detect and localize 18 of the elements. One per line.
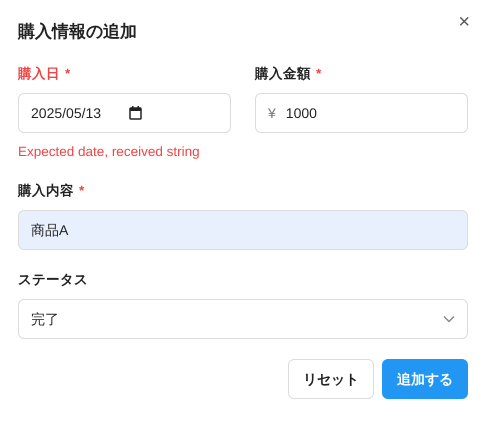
required-mark: * [65,65,70,83]
field-label: 購入金額 [255,65,311,83]
field-label: 購入日 [18,65,60,83]
required-mark: * [79,182,84,200]
required-mark: * [316,65,322,83]
reset-button[interactable]: リセット [288,359,374,399]
close-button[interactable]: × [454,10,474,34]
field-label: ステータス [18,271,88,289]
dialog-title: 購入情報の追加 [18,21,137,43]
amount-field[interactable]: ¥ 1000 [255,93,468,133]
field-label: 購入内容 [18,182,74,200]
date-field[interactable]: 2025/05/13 [18,93,231,133]
calendar-icon[interactable] [129,106,142,120]
text-field[interactable]: 商品A [18,210,468,250]
chevron-down-icon[interactable] [443,315,455,323]
error-message: Expected date, received string [18,143,201,161]
currency-symbol: ¥ [268,104,276,122]
select-field[interactable]: 完了 [18,299,468,339]
